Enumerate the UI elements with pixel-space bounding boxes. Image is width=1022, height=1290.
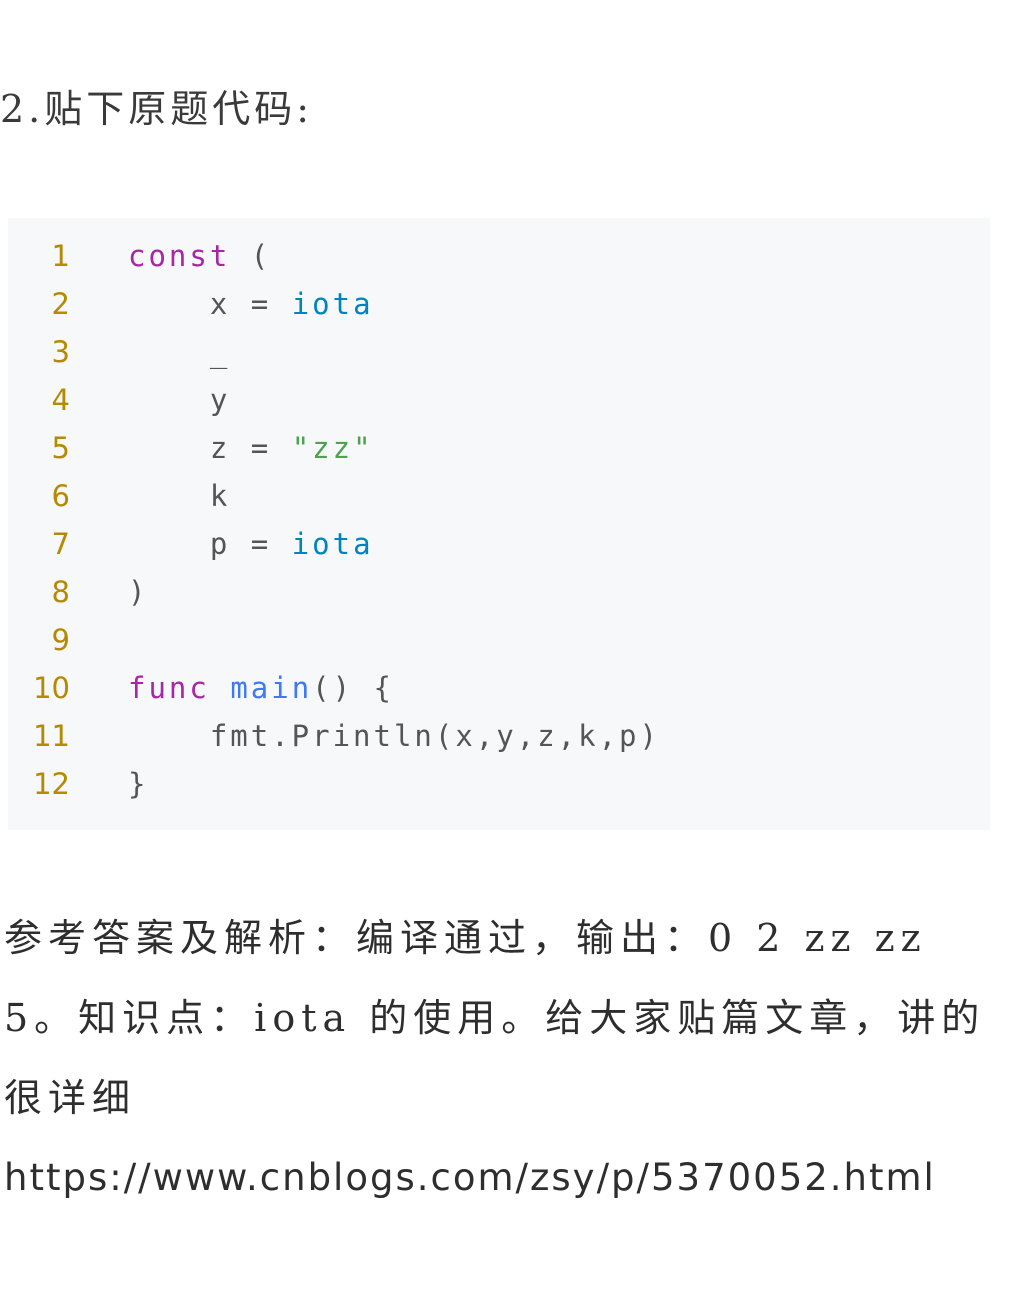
code-line: 11 fmt.Println(x,y,z,k,p)	[8, 712, 990, 760]
code-token: }	[128, 767, 149, 801]
code-text: _	[128, 328, 230, 376]
code-line: 9	[8, 616, 990, 664]
line-number: 5	[51, 431, 70, 465]
code-token: func	[128, 671, 210, 705]
answer-paragraph: 参考答案及解析：编译通过，输出：0 2 zz zz 5。知识点：iota 的使用…	[4, 898, 1004, 1218]
code-text: x = iota	[128, 280, 374, 328]
answer-text: 参考答案及解析：编译通过，输出：0 2 zz zz 5。知识点：iota 的使用…	[4, 916, 986, 1120]
line-number: 7	[51, 527, 70, 561]
code-token: () {	[312, 671, 394, 705]
code-text: k	[128, 472, 230, 520]
section-heading: 2.贴下原题代码:	[0, 87, 314, 131]
code-token: k	[128, 479, 231, 513]
code-token: p =	[128, 527, 292, 561]
code-token: z =	[128, 431, 292, 465]
code-token: x =	[128, 287, 292, 321]
code-line: 4 y	[8, 376, 990, 424]
code-text: }	[128, 760, 148, 808]
article-link[interactable]: https://www.cnblogs.com/zsy/p/5370052.ht…	[4, 1138, 1004, 1218]
code-block: 1 const (2 x = iota 3 _ 4 y5 z = "zz" 6 k7 p…	[8, 218, 990, 830]
code-text: const (	[128, 232, 271, 280]
line-number: 1	[51, 239, 70, 273]
line-number: 10	[33, 671, 70, 705]
line-number: 11	[33, 719, 70, 753]
code-line: 10 func main() {	[8, 664, 990, 712]
line-number: 3	[51, 335, 70, 369]
code-token: y	[128, 383, 231, 417]
code-line: 12}	[8, 760, 990, 808]
code-text: )	[128, 568, 148, 616]
code-text: func main() {	[128, 664, 394, 712]
code-token: "zz"	[291, 431, 374, 465]
line-number: 6	[51, 479, 70, 513]
code-token: const	[128, 239, 231, 273]
code-token: iota	[291, 527, 374, 561]
code-line: 2 x = iota	[8, 280, 990, 328]
line-number: 9	[51, 623, 70, 657]
code-token: fmt.Println(x,y,z,k,p)	[128, 719, 660, 753]
code-text: fmt.Println(x,y,z,k,p)	[128, 712, 660, 760]
code-token: _	[128, 335, 231, 369]
line-number: 12	[33, 767, 70, 801]
code-text: p = iota	[128, 520, 374, 568]
code-line: 6 k	[8, 472, 990, 520]
code-text: y	[128, 376, 230, 424]
code-token: (	[230, 239, 272, 273]
code-token: iota	[291, 287, 374, 321]
code-line: 5 z = "zz"	[8, 424, 990, 472]
line-number: 2	[51, 287, 70, 321]
code-token: main	[230, 671, 313, 705]
code-token: )	[128, 575, 149, 609]
line-number: 8	[51, 575, 70, 609]
code-text: z = "zz"	[128, 424, 374, 472]
code-line: 7 p = iota	[8, 520, 990, 568]
code-line: 1 const (	[8, 232, 990, 280]
code-line: 3 _	[8, 328, 990, 376]
line-number: 4	[51, 383, 70, 417]
code-line: 8)	[8, 568, 990, 616]
